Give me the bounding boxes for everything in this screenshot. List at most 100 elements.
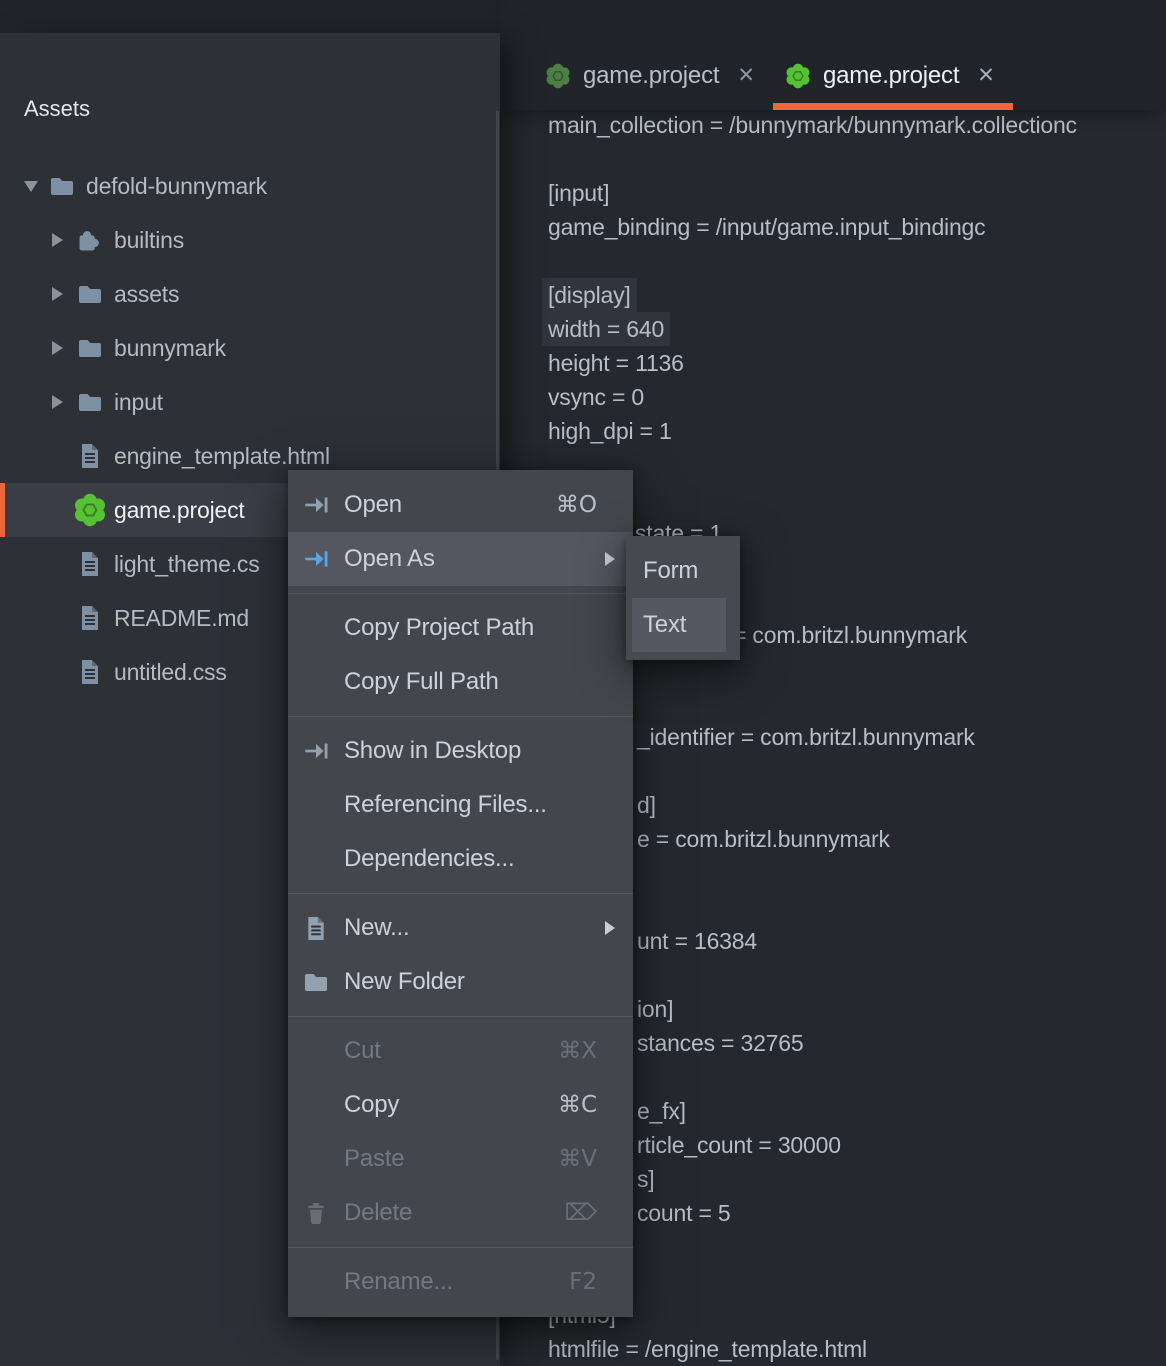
- tab-game-project-inactive[interactable]: game.project ✕: [533, 48, 773, 103]
- menu-separator: [288, 593, 633, 594]
- menu-item-label: Copy Project Path: [344, 614, 534, 642]
- menu-separator: [288, 716, 633, 717]
- folder-icon: [42, 176, 82, 196]
- editor-line-highlighted: [display]: [548, 278, 637, 312]
- editor-line-fragment: e_fx]: [637, 1094, 686, 1128]
- file-icon: [70, 659, 110, 685]
- file-icon: [70, 443, 110, 469]
- game-project-icon: [785, 63, 811, 89]
- menu-item-label: Dependencies...: [344, 845, 514, 873]
- tree-item-label: light_theme.cs: [114, 551, 260, 578]
- tree-item-label: bunnymark: [114, 335, 226, 362]
- menu-shortcut: F2: [569, 1269, 597, 1295]
- trash-icon: [288, 1201, 344, 1225]
- menu-item-referencing-files[interactable]: Referencing Files...: [288, 778, 633, 832]
- menu-item-paste[interactable]: Paste ⌘V: [288, 1132, 633, 1186]
- menu-item-new-folder[interactable]: New Folder: [288, 955, 633, 1009]
- expand-arrow-right-icon[interactable]: [52, 287, 70, 301]
- tree-item-bunnymark[interactable]: bunnymark: [0, 321, 500, 375]
- folder-icon: [70, 338, 110, 358]
- menu-separator: [288, 1247, 633, 1248]
- tree-item-assets[interactable]: assets: [0, 267, 500, 321]
- editor-line: height = 1136: [548, 346, 684, 380]
- menu-item-delete[interactable]: Delete ⌦: [288, 1186, 633, 1240]
- tab-close-icon[interactable]: ✕: [977, 63, 995, 88]
- submenu-item-text[interactable]: Text: [632, 598, 726, 652]
- editor-line-fragment: unt = 16384: [637, 924, 757, 958]
- menu-item-new[interactable]: New...: [288, 901, 633, 955]
- expand-arrow-right-icon[interactable]: [52, 395, 70, 409]
- open-as-icon: [288, 546, 344, 572]
- game-project-icon: [70, 493, 110, 527]
- open-as-submenu: Form Text: [626, 536, 740, 660]
- menu-item-label: Copy: [344, 1091, 399, 1119]
- tree-item-builtins[interactable]: builtins: [0, 213, 500, 267]
- menu-item-label: Cut: [344, 1037, 381, 1065]
- tree-item-label: engine_template.html: [114, 443, 330, 470]
- tree-item-label: game.project: [114, 497, 245, 524]
- assets-panel-title: Assets: [24, 91, 90, 127]
- editor-line-fragment: _identifier = com.britzl.bunnymark: [637, 720, 975, 754]
- expand-arrow-right-icon[interactable]: [52, 341, 70, 355]
- tree-item-label: assets: [114, 281, 179, 308]
- submenu-chevron-icon: [605, 921, 615, 935]
- file-icon: [70, 605, 110, 631]
- game-project-icon: [545, 63, 571, 89]
- editor-line-fragment: e = com.britzl.bunnymark: [637, 822, 890, 856]
- tab-game-project-active[interactable]: game.project ✕: [773, 48, 1013, 103]
- menu-item-label: Delete: [344, 1199, 412, 1227]
- menu-item-rename[interactable]: Rename... F2: [288, 1255, 633, 1309]
- menu-item-label: Copy Full Path: [344, 668, 499, 696]
- menu-shortcut: ⌘X: [558, 1038, 597, 1064]
- open-icon: [288, 492, 344, 518]
- menu-item-copy-project-path[interactable]: Copy Project Path: [288, 601, 633, 655]
- tab-label: game.project: [583, 62, 719, 90]
- editor-line: game_binding = /input/game.input_binding…: [548, 210, 985, 244]
- expand-arrow-down-icon[interactable]: [24, 181, 42, 192]
- tab-bar: game.project ✕ game.project ✕: [500, 0, 1166, 110]
- editor-line-fragment: ion]: [637, 992, 673, 1026]
- editor-line-fragment: rticle_count = 30000: [637, 1128, 841, 1162]
- menu-shortcut: ⌘C: [558, 1092, 597, 1118]
- folder-icon: [70, 284, 110, 304]
- editor-line: main_collection = /bunnymark/bunnymark.c…: [548, 110, 1077, 142]
- tab-label: game.project: [823, 62, 959, 90]
- tree-item-input[interactable]: input: [0, 375, 500, 429]
- folder-icon: [70, 392, 110, 412]
- editor-line: htmlfile = /engine_template.html: [548, 1332, 867, 1366]
- tree-item-label: builtins: [114, 227, 184, 254]
- editor-line-fragment: = com.britzl.bunnymark: [733, 618, 967, 652]
- expand-arrow-right-icon[interactable]: [52, 233, 70, 247]
- menu-item-open[interactable]: Open ⌘O: [288, 478, 633, 532]
- tree-item-defold-bunnymark[interactable]: defold-bunnymark: [0, 159, 500, 213]
- menu-shortcut: ⌘V: [558, 1146, 597, 1172]
- menu-item-label: Open: [344, 491, 402, 519]
- new-folder-icon: [288, 972, 344, 992]
- menu-item-dependencies[interactable]: Dependencies...: [288, 832, 633, 886]
- menu-item-open-as[interactable]: Open As: [288, 532, 633, 586]
- menu-separator: [288, 893, 633, 894]
- tree-item-label: README.md: [114, 605, 249, 632]
- menu-item-show-in-desktop[interactable]: Show in Desktop: [288, 724, 633, 778]
- file-icon: [70, 551, 110, 577]
- tree-item-label: input: [114, 389, 163, 416]
- tree-item-label: untitled.css: [114, 659, 227, 686]
- submenu-chevron-icon: [605, 552, 615, 566]
- submenu-item-form[interactable]: Form: [632, 544, 726, 598]
- editor-line-fragment: stances = 32765: [637, 1026, 803, 1060]
- menu-item-label: Show in Desktop: [344, 737, 521, 765]
- menu-item-cut[interactable]: Cut ⌘X: [288, 1024, 633, 1078]
- menu-item-label: Paste: [344, 1145, 404, 1173]
- menu-item-label: New...: [344, 914, 410, 942]
- menu-item-label: Referencing Files...: [344, 791, 547, 819]
- menu-item-copy[interactable]: Copy ⌘C: [288, 1078, 633, 1132]
- menu-separator: [288, 1016, 633, 1017]
- new-file-icon: [288, 916, 344, 941]
- menu-item-copy-full-path[interactable]: Copy Full Path: [288, 655, 633, 709]
- menu-item-label: New Folder: [344, 968, 465, 996]
- editor-line: high_dpi = 1: [548, 414, 672, 448]
- tab-close-icon[interactable]: ✕: [737, 63, 755, 88]
- puzzle-icon: [70, 226, 110, 254]
- menu-shortcut: ⌘O: [556, 492, 597, 518]
- context-menu: Open ⌘O Open As Copy Project Path Copy F…: [288, 470, 633, 1317]
